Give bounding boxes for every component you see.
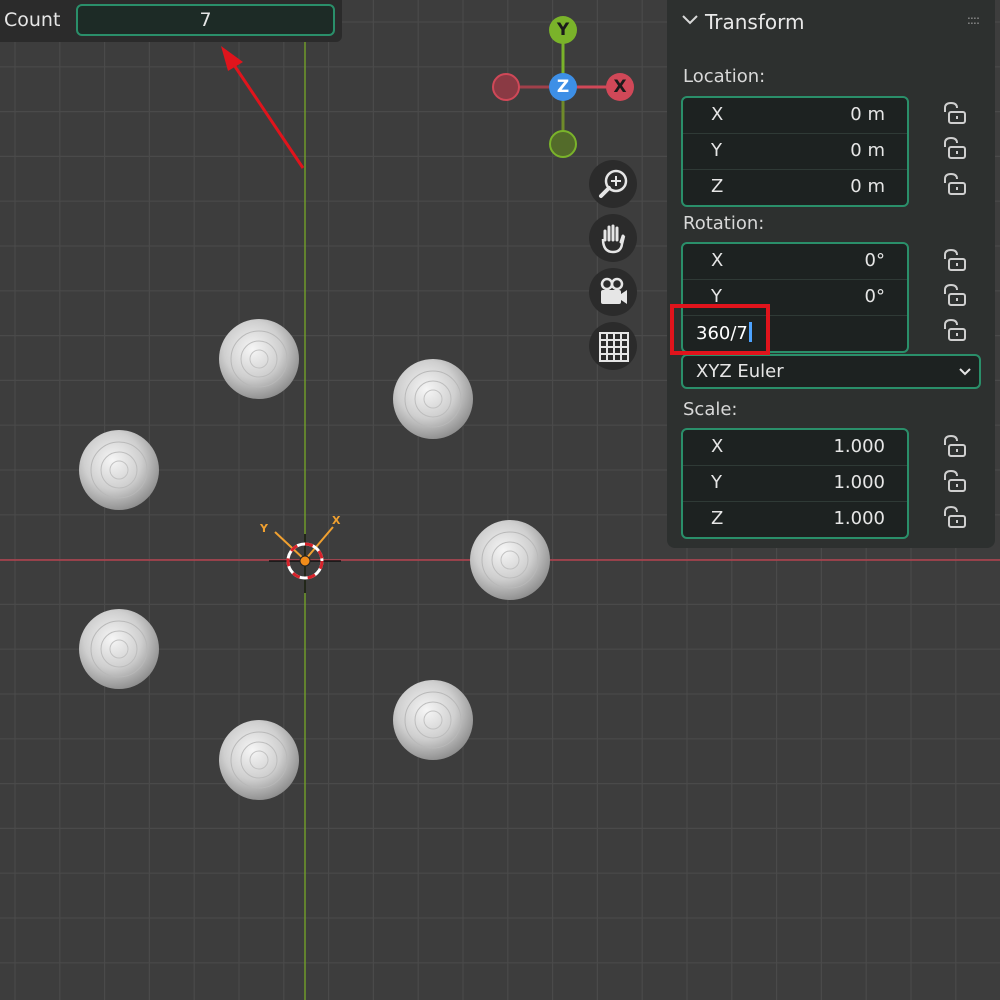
- field-value: 0 m: [850, 104, 885, 125]
- zoom-icon: [599, 169, 628, 198]
- scale-y-field[interactable]: Y 1.000: [683, 466, 907, 502]
- transform-panel: Transform :::: Location: X 0 m Y 0 m Z 0…: [667, 0, 995, 548]
- field-value: 0°: [864, 250, 885, 271]
- lock-icon[interactable]: [941, 284, 967, 306]
- lock-icon[interactable]: [941, 173, 967, 195]
- rotation-label: Rotation:: [683, 213, 765, 234]
- scale-z-field[interactable]: Z 1.000: [683, 502, 907, 537]
- location-label: Location:: [683, 66, 766, 87]
- field-value: 1.000: [833, 508, 885, 529]
- axis-label: X: [711, 250, 724, 271]
- axis-label: X: [711, 436, 724, 457]
- gizmo-y-ball[interactable]: Y: [549, 16, 577, 44]
- rotation-mode-value: XYZ Euler: [696, 361, 784, 382]
- empty-y-label: Y: [259, 522, 269, 535]
- camera-view-button[interactable]: [589, 268, 637, 316]
- pan-button[interactable]: [589, 214, 637, 262]
- rotation-mode-select[interactable]: XYZ Euler: [681, 354, 981, 389]
- ortho-toggle-button[interactable]: [589, 322, 637, 370]
- chevron-down-icon[interactable]: [681, 10, 699, 30]
- gizmo-x-ball[interactable]: X: [606, 73, 634, 101]
- lock-icon[interactable]: [941, 470, 967, 492]
- field-value: 0 m: [850, 140, 885, 161]
- scale-label: Scale:: [683, 399, 738, 420]
- grid-ortho-icon: [599, 332, 629, 362]
- sphere: [79, 430, 159, 510]
- sphere: [470, 520, 550, 600]
- lock-icon[interactable]: [941, 506, 967, 528]
- empty-x-label: X: [332, 514, 341, 527]
- field-value: 0 m: [850, 176, 885, 197]
- zoom-button[interactable]: [589, 160, 637, 208]
- sphere: [393, 680, 473, 760]
- location-y-field[interactable]: Y 0 m: [683, 134, 907, 170]
- field-value: 1.000: [833, 436, 885, 457]
- lock-icon[interactable]: [941, 102, 967, 124]
- location-fields: X 0 m Y 0 m Z 0 m: [681, 96, 909, 207]
- scale-x-field[interactable]: X 1.000: [683, 430, 907, 466]
- hand-pan-icon: [601, 224, 626, 254]
- location-z-field[interactable]: Z 0 m: [683, 170, 907, 205]
- gizmo-z-ball[interactable]: Z: [549, 73, 577, 101]
- scale-fields: X 1.000 Y 1.000 Z 1.000: [681, 428, 909, 539]
- field-value: 0°: [864, 286, 885, 307]
- lock-icon[interactable]: [941, 137, 967, 159]
- axis-label: Z: [711, 508, 724, 529]
- lock-icon[interactable]: [941, 319, 967, 341]
- gizmo-neg-y-ball[interactable]: [549, 130, 577, 158]
- chevron-down-icon: [959, 368, 971, 376]
- location-x-field[interactable]: X 0 m: [683, 98, 907, 134]
- count-field[interactable]: 7: [76, 4, 335, 36]
- transform-title[interactable]: Transform: [705, 10, 804, 34]
- redo-panel-count: Count 7: [0, 0, 342, 42]
- lock-icon[interactable]: [941, 249, 967, 271]
- drag-grip-icon[interactable]: ::::: [967, 13, 980, 27]
- axis-label: Y: [711, 140, 722, 161]
- lock-icon[interactable]: [941, 435, 967, 457]
- annotation-arrow: [221, 46, 305, 169]
- sphere: [79, 609, 159, 689]
- sphere: [219, 319, 299, 399]
- axis-label: Z: [711, 176, 724, 197]
- axis-label: Y: [711, 472, 722, 493]
- annotation-highlight-box: [670, 304, 770, 355]
- gizmo-neg-x-ball[interactable]: [492, 73, 520, 101]
- rotation-x-field[interactable]: X 0°: [683, 244, 907, 280]
- sphere: [393, 359, 473, 439]
- 3d-cursor: [269, 534, 341, 593]
- axis-label: X: [711, 104, 724, 125]
- camera-icon: [600, 277, 627, 304]
- sphere: [219, 720, 299, 800]
- field-value: 1.000: [833, 472, 885, 493]
- count-label: Count: [4, 9, 61, 31]
